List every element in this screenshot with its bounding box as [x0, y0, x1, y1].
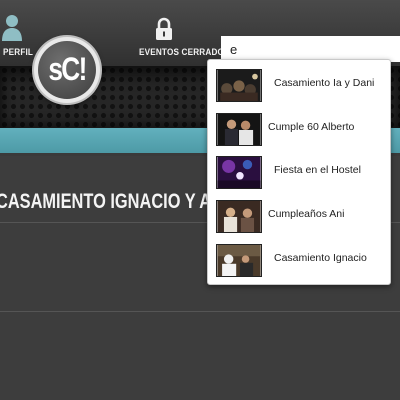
event-thumbnail [216, 244, 262, 277]
autocomplete-item[interactable]: Fiesta en el Hostel [208, 152, 390, 190]
event-thumbnail [216, 69, 262, 102]
autocomplete-item[interactable]: Cumple 60 Alberto [208, 109, 390, 147]
autocomplete-item-label: Casamiento Ignacio [274, 252, 367, 264]
logo-badge: sC! [38, 41, 96, 99]
event-thumbnail [216, 156, 262, 189]
nav-item-closed-events[interactable]: EVENTOS CERRADOS [135, 0, 230, 66]
user-icon [1, 14, 23, 47]
event-thumbnail [216, 113, 262, 146]
autocomplete-item-label: Casamiento Ia y Dani [274, 77, 375, 89]
event-thumbnail [216, 200, 262, 233]
autocomplete-item-label: Cumpleaños Ani [268, 208, 345, 220]
divider [0, 311, 400, 312]
nav-label-profile: PERFIL [3, 47, 34, 58]
search-autocomplete-dropdown: Casamiento Ia y Dani Cumple 60 Alberto F… [207, 59, 391, 285]
autocomplete-item-label: Cumple 60 Alberto [268, 121, 355, 133]
logo-text: sC! [48, 51, 87, 87]
autocomplete-item[interactable]: Casamiento Ia y Dani [208, 65, 390, 103]
autocomplete-item[interactable]: Casamiento Ignacio [208, 240, 390, 278]
lock-icon [155, 17, 173, 46]
nav-label-closed-events: EVENTOS CERRADOS [139, 47, 230, 58]
nav-item-profile[interactable]: PERFIL [0, 0, 34, 66]
site-logo[interactable]: sC! [34, 37, 100, 103]
autocomplete-item[interactable]: Cumpleaños Ani [208, 196, 390, 234]
autocomplete-item-label: Fiesta en el Hostel [274, 164, 361, 176]
